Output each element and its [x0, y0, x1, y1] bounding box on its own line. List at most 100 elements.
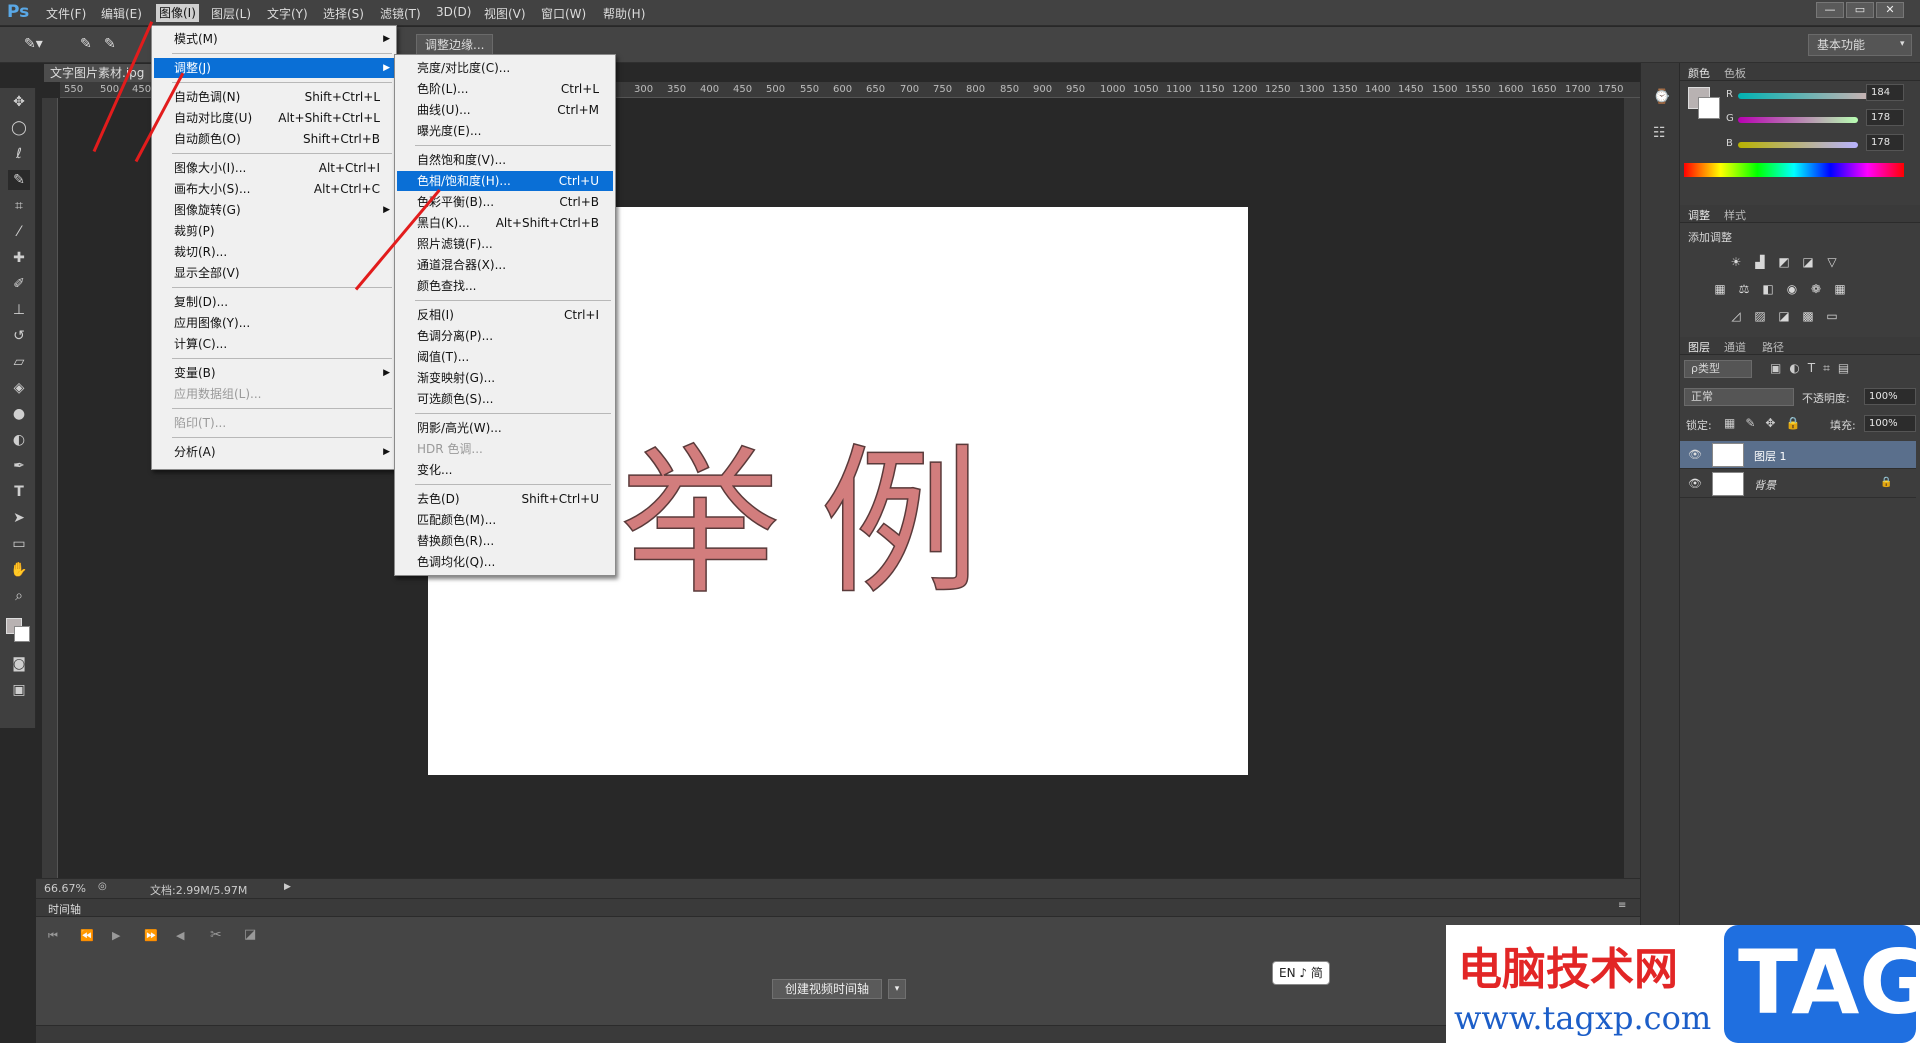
zoom-level[interactable]: 66.67% — [44, 882, 86, 895]
vibrance-icon[interactable]: ▽ — [1824, 255, 1840, 269]
opacity-input[interactable]: 100% — [1864, 388, 1916, 405]
brush-tool-icon[interactable]: ✐ — [8, 274, 30, 294]
adjust_menu-item[interactable]: 匹配颜色(M)... — [397, 510, 613, 530]
adjust_menu-item[interactable]: 阈值(T)... — [397, 347, 613, 367]
menu-help[interactable]: 帮助(H) — [603, 5, 645, 22]
quick-selection-tool-icon[interactable]: ✎ — [8, 170, 30, 190]
new-selection-icon[interactable]: ✎ — [80, 36, 92, 52]
layer-filter-icons[interactable]: ▣◐T⌗▤ — [1770, 361, 1857, 376]
history-brush-icon[interactable]: ↺ — [8, 326, 30, 346]
blend-mode-select[interactable]: 正常 — [1684, 388, 1794, 406]
image_menu-item[interactable]: 图像大小(I)... Alt+Ctrl+I — [154, 158, 394, 178]
menu-view[interactable]: 视图(V) — [484, 5, 526, 22]
sample-text-layer[interactable]: 举例 — [619, 393, 1020, 625]
stamp-tool-icon[interactable]: ⊥ — [8, 300, 30, 320]
history-panel-icon[interactable]: ⌚ — [1653, 89, 1670, 105]
tab-layers[interactable]: 图层 — [1688, 339, 1710, 355]
adjust_menu-item[interactable]: 替换颜色(R)... — [397, 531, 613, 551]
menu-image[interactable]: 图像(I) — [156, 4, 199, 22]
transition-icon[interactable]: ◪ — [244, 927, 256, 942]
timeline-title[interactable]: 时间轴 — [48, 901, 81, 917]
properties-panel-icon[interactable]: ☷ — [1653, 125, 1666, 141]
layer-row[interactable]: 👁 图层 1 — [1680, 441, 1916, 469]
type-tool-icon[interactable]: T — [8, 482, 30, 502]
refine-edge-button[interactable]: 调整边缘... — [416, 34, 494, 56]
layer-name[interactable]: 图层 1 — [1754, 448, 1787, 464]
scissors-icon[interactable]: ✂ — [210, 927, 222, 943]
image_menu-item[interactable]: 显示全部(V) — [154, 263, 394, 283]
quick-mask-icon[interactable]: ◙ — [8, 654, 30, 674]
layer-row[interactable]: 👁 背景 🔒 — [1680, 470, 1916, 498]
posterize-icon[interactable]: ▨ — [1752, 309, 1768, 323]
eraser-tool-icon[interactable]: ▱ — [8, 352, 30, 372]
move-tool-icon[interactable]: ✥ — [8, 92, 30, 112]
menu-filter[interactable]: 滤镜(T) — [380, 5, 421, 22]
adjust_menu-item[interactable]: 色相/饱和度(H)... Ctrl+U — [397, 171, 613, 191]
image_menu-item[interactable]: 自动色调(N) Shift+Ctrl+L — [154, 87, 394, 107]
brightness-icon[interactable]: ☀ — [1728, 255, 1744, 269]
curves-icon[interactable]: ◩ — [1776, 255, 1792, 269]
crop-tool-icon[interactable]: ⌗ — [8, 196, 30, 216]
background-color-chip[interactable] — [1698, 97, 1720, 119]
status-circle-icon[interactable]: ◎ — [98, 881, 107, 892]
quick-selection-icon[interactable]: ✎▾ — [24, 36, 43, 52]
channel-g-slider[interactable] — [1738, 117, 1858, 123]
tab-color[interactable]: 颜色 — [1688, 65, 1710, 81]
status-arrow-icon[interactable]: ▶ — [284, 882, 291, 892]
blur-tool-icon[interactable]: ● — [8, 404, 30, 424]
adjust_menu-item[interactable]: 阴影/高光(W)... — [397, 418, 613, 438]
chevron-down-icon[interactable]: ▾ — [888, 979, 906, 999]
panel-menu-icon[interactable]: ≡ — [1618, 900, 1626, 911]
image_menu-item[interactable]: 自动颜色(O) Shift+Ctrl+B — [154, 129, 394, 149]
adjust_menu-item[interactable]: 变化... — [397, 460, 613, 480]
pen-tool-icon[interactable]: ✒ — [8, 456, 30, 476]
image_menu-item[interactable]: 图像旋转(G) ▶ — [154, 200, 394, 220]
gradient-map-icon[interactable]: ▭ — [1824, 309, 1840, 323]
menu-edit[interactable]: 编辑(E) — [101, 5, 142, 22]
menu-file[interactable]: 文件(F) — [46, 5, 86, 22]
workspace-select[interactable]: 基本功能 — [1808, 34, 1912, 56]
adjust_menu-item[interactable]: 色调分离(P)... — [397, 326, 613, 346]
layer-filter-select[interactable]: ρ类型 — [1684, 360, 1752, 378]
next-frame-icon[interactable]: ⏩ — [144, 929, 158, 942]
audio-icon[interactable]: ◀ — [176, 929, 184, 942]
create-video-timeline-button[interactable]: 创建视频时间轴 — [772, 979, 883, 999]
photo-filter-icon[interactable]: ◉ — [1784, 282, 1800, 296]
healing-brush-icon[interactable]: ✚ — [8, 248, 30, 268]
image_menu-item[interactable]: 自动对比度(U) Alt+Shift+Ctrl+L — [154, 108, 394, 128]
exposure-icon[interactable]: ◪ — [1800, 255, 1816, 269]
tab-swatches[interactable]: 色板 — [1724, 65, 1746, 81]
close-button[interactable]: ✕ — [1876, 2, 1904, 18]
threshold-icon[interactable]: ◪ — [1776, 309, 1792, 323]
adjust_menu-item[interactable]: 去色(D) Shift+Ctrl+U — [397, 489, 613, 509]
adjust_menu-item[interactable]: 自然饱和度(V)... — [397, 150, 613, 170]
minimize-button[interactable]: — — [1816, 2, 1844, 18]
color-spectrum-bar[interactable] — [1684, 163, 1904, 177]
paint-bucket-icon[interactable]: ◈ — [8, 378, 30, 398]
image_menu-item[interactable]: 模式(M) ▶ — [154, 29, 394, 49]
image_menu-item[interactable]: 计算(C)... — [154, 334, 394, 354]
menu-window[interactable]: 窗口(W) — [541, 5, 586, 22]
levels-icon[interactable]: ▟ — [1752, 255, 1768, 269]
menu-type[interactable]: 文字(Y) — [267, 5, 308, 22]
vertical-scrollbar[interactable] — [1624, 98, 1640, 878]
background-color-swatch[interactable] — [14, 626, 30, 642]
channel-r-value[interactable]: 184 — [1866, 84, 1904, 101]
eye-icon[interactable]: 👁 — [1688, 448, 1702, 461]
image_menu-item[interactable]: 复制(D)... — [154, 292, 394, 312]
selective-color-icon[interactable]: ▩ — [1800, 309, 1816, 323]
adjust_menu-item[interactable]: 色阶(L)... Ctrl+L — [397, 79, 613, 99]
image_menu-item[interactable]: 调整(J) ▶ — [154, 58, 394, 78]
invert-icon[interactable]: ◿ — [1728, 309, 1744, 323]
tab-paths[interactable]: 路径 — [1762, 339, 1784, 355]
channel-mixer-icon[interactable]: ❁ — [1808, 282, 1824, 296]
image_menu-item[interactable]: 应用图像(Y)... — [154, 313, 394, 333]
adjust_menu-item[interactable]: 通道混合器(X)... — [397, 255, 613, 275]
lock-icons[interactable]: ▦✎✥🔒 — [1724, 416, 1810, 430]
ime-indicator[interactable]: EN ♪ 简 — [1272, 961, 1330, 985]
black-white-icon[interactable]: ◧ — [1760, 282, 1776, 296]
zoom-tool-icon[interactable]: ⌕ — [8, 586, 30, 606]
image_menu-item[interactable]: 裁切(R)... — [154, 242, 394, 262]
image_menu-item[interactable]: 分析(A) ▶ — [154, 442, 394, 462]
prev-frame-icon[interactable]: ⏪ — [80, 929, 94, 942]
